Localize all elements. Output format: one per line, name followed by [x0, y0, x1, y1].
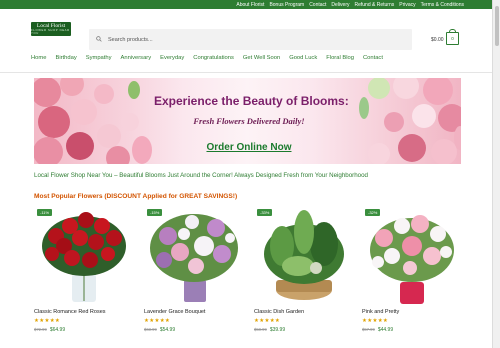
product-card[interactable]: -11% Classic Romance Red Roses ★★★★★ $72…	[34, 206, 133, 333]
price: $63.99 $54.99	[144, 327, 175, 333]
star-rating: ★★★★★	[144, 318, 171, 324]
top-bar: About Florist Bonus Program Contact Deli…	[0, 0, 492, 9]
discount-badge: -15%	[147, 209, 163, 216]
search-placeholder: Search products...	[108, 36, 153, 43]
nav-birthday[interactable]: Birthday	[55, 55, 76, 61]
product-name[interactable]: Lavender Grace Bouquet	[144, 309, 205, 315]
hero-banner[interactable]: Experience the Beauty of Blooms: Fresh F…	[34, 78, 461, 164]
topbar-link-about[interactable]: About Florist	[236, 2, 264, 8]
cart-count[interactable]: 0	[446, 32, 459, 45]
search-input[interactable]: Search products...	[89, 29, 412, 50]
price: $58.99 $39.99	[254, 327, 285, 333]
site-header: Local Florist FLOWER SHOP NEAR YOU Searc…	[0, 9, 492, 50]
product-card[interactable]: -32% Pink and Pretty ★★★★★ $57.99 $44.99	[362, 206, 461, 333]
product-name[interactable]: Classic Dish Garden	[254, 309, 304, 315]
product-image[interactable]: -32%	[362, 206, 461, 306]
nav-sympathy[interactable]: Sympathy	[86, 55, 112, 61]
topbar-link-delivery[interactable]: Delivery	[331, 2, 349, 8]
banner-title: Experience the Beauty of Blooms:	[154, 94, 349, 108]
sale-price: $54.99	[159, 327, 176, 333]
nav-congratulations[interactable]: Congratulations	[193, 55, 234, 61]
nav-contact[interactable]: Contact	[363, 55, 383, 61]
old-price: $72.99	[34, 327, 47, 332]
sale-price: $64.99	[49, 327, 66, 333]
main-nav: Home Birthday Sympathy Anniversary Every…	[31, 55, 392, 61]
nav-good-luck[interactable]: Good Luck	[289, 55, 317, 61]
product-image[interactable]: -11%	[34, 206, 133, 306]
product-image[interactable]: -33%	[254, 206, 353, 306]
order-online-link[interactable]: Order Online Now	[154, 142, 344, 153]
nav-divider	[0, 72, 492, 73]
product-card[interactable]: -33% Classic Dish Garden ★★★★★ $58.99 $39…	[254, 206, 353, 333]
nav-get-well-soon[interactable]: Get Well Soon	[243, 55, 280, 61]
pink-bouquet-image	[370, 215, 454, 304]
star-rating: ★★★★★	[254, 318, 281, 324]
nav-anniversary[interactable]: Anniversary	[121, 55, 152, 61]
discount-badge: -32%	[365, 209, 381, 216]
discount-badge: -11%	[37, 209, 53, 216]
banner-subtitle: Fresh Flowers Delivered Daily!	[193, 116, 305, 126]
cart-total[interactable]: $0.00	[431, 37, 444, 43]
product-card[interactable]: -15% Lavender Grace Bouquet ★★★★★ $63.99…	[144, 206, 243, 333]
shop-tagline: Local Flower Shop Near You – Beautiful B…	[34, 172, 368, 179]
topbar-link-privacy[interactable]: Privacy	[399, 2, 415, 8]
red-roses-image	[42, 212, 126, 302]
product-image[interactable]: -15%	[144, 206, 243, 306]
price: $72.99 $64.99	[34, 327, 65, 333]
logo-tagline: FLOWER SHOP NEAR YOU	[31, 28, 70, 35]
sale-price: $44.99	[377, 327, 394, 333]
old-price: $57.99	[362, 327, 375, 332]
page: About Florist Bonus Program Contact Deli…	[0, 0, 492, 348]
nav-floral-blog[interactable]: Floral Blog	[326, 55, 354, 61]
topbar-link-terms[interactable]: Terms & Conditions	[421, 2, 464, 8]
topbar-link-contact[interactable]: Contact	[309, 2, 326, 8]
discount-badge: -33%	[257, 209, 273, 216]
site-logo[interactable]: Local Florist FLOWER SHOP NEAR YOU	[31, 22, 71, 36]
star-rating: ★★★★★	[362, 318, 389, 324]
sale-price: $39.99	[269, 327, 286, 333]
star-rating: ★★★★★	[34, 318, 61, 324]
topbar-link-refund[interactable]: Refund & Returns	[354, 2, 394, 8]
old-price: $63.99	[144, 327, 157, 332]
product-name[interactable]: Pink and Pretty	[362, 309, 399, 315]
product-name[interactable]: Classic Romance Red Roses	[34, 309, 106, 315]
price: $57.99 $44.99	[362, 327, 393, 333]
search-icon	[96, 35, 102, 44]
nav-everyday[interactable]: Everyday	[160, 55, 184, 61]
dish-garden-image	[264, 210, 344, 300]
lavender-bouquet-image	[150, 214, 238, 302]
scrollbar-thumb[interactable]	[495, 6, 499, 46]
old-price: $58.99	[254, 327, 267, 332]
topbar-link-bonus[interactable]: Bonus Program	[269, 2, 304, 8]
vertical-scrollbar[interactable]	[492, 0, 500, 348]
nav-home[interactable]: Home	[31, 55, 46, 61]
section-title: Most Popular Flowers (DISCOUNT Applied f…	[34, 193, 238, 200]
